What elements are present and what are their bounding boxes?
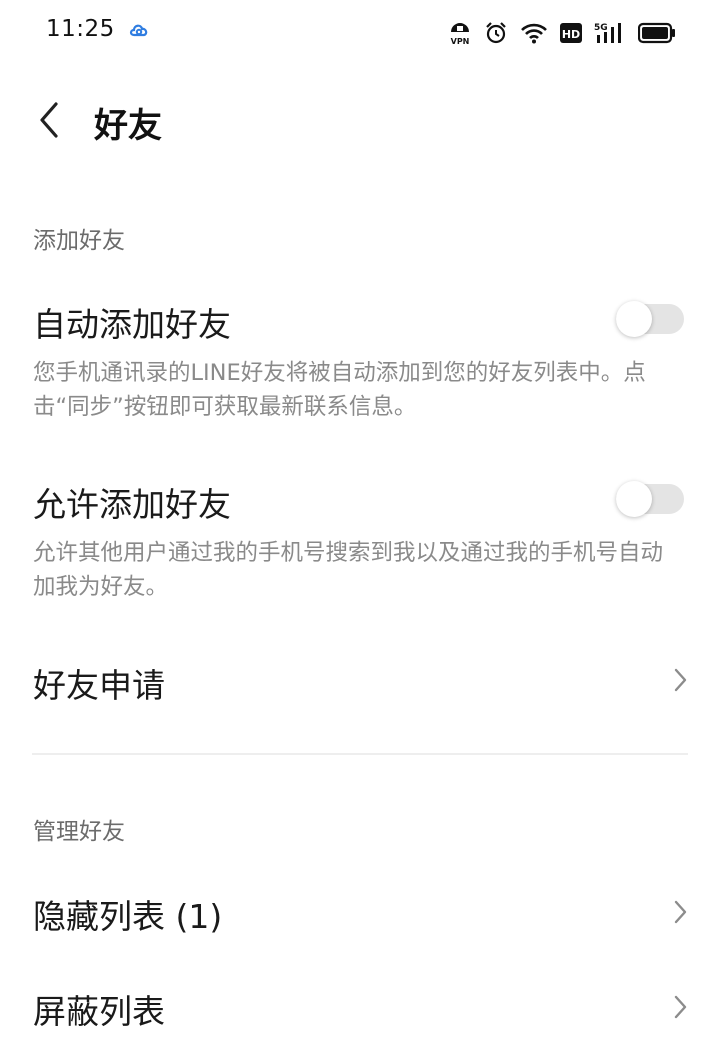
section-label-add-friends: 添加好友 [33, 228, 125, 254]
hidden-list-title: 隐藏列表 (1) [33, 897, 223, 936]
wifi-icon [521, 23, 547, 44]
svg-text:5G: 5G [594, 23, 608, 33]
auto-add-friends-description: 您手机通讯录的LINE好友将被自动添加到您的好友列表中。点击“同步”按钮即可获取… [33, 360, 646, 420]
status-time: 11:25 [46, 16, 115, 42]
toggle-knob [616, 481, 652, 517]
cloud-sync-icon [129, 24, 148, 37]
blocked-list-title: 屏蔽列表 [33, 992, 165, 1031]
hd-icon: HD [560, 23, 582, 43]
allow-add-friends-title: 允许添加好友 [33, 485, 231, 524]
chevron-left-icon[interactable] [34, 100, 64, 140]
section-divider [32, 753, 688, 755]
svg-text:VPN: VPN [451, 37, 470, 46]
header: 好友 [0, 80, 720, 160]
auto-add-friends-toggle[interactable] [616, 301, 684, 337]
friend-requests-title: 好友申请 [33, 666, 165, 705]
allow-add-friends-toggle[interactable] [616, 481, 684, 517]
section-label-manage-friends: 管理好友 [33, 819, 125, 845]
chevron-right-icon [674, 900, 687, 924]
svg-text:HD: HD [562, 28, 580, 41]
vpn-icon: VPN [451, 23, 470, 46]
chevron-right-icon [674, 668, 687, 692]
alarm-icon [486, 22, 506, 44]
toggle-knob [616, 301, 652, 337]
auto-add-friends-title: 自动添加好友 [33, 305, 231, 344]
chevron-right-icon [674, 995, 687, 1019]
page-title: 好友 [94, 106, 162, 146]
status-icons: VPN HD 5G [448, 18, 676, 48]
battery-icon [638, 22, 675, 44]
status-bar: 11:25 VPN HD 5G [0, 0, 720, 64]
allow-add-friends-description: 允许其他用户通过我的手机号搜索到我以及通过我的手机号自动加我为好友。 [33, 540, 664, 600]
signal-5g-icon: 5G [594, 23, 621, 43]
